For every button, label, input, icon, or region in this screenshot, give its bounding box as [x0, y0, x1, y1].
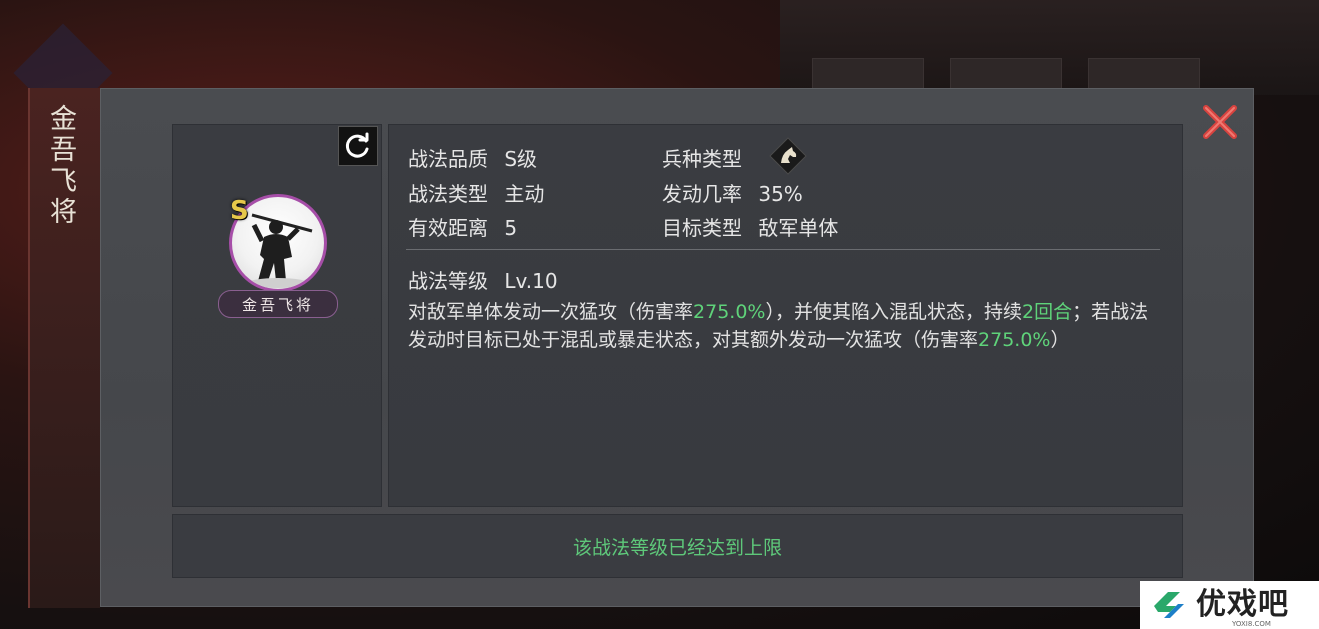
target-value: 敌军单体	[758, 216, 839, 240]
extra-damage-rate-value: 275.0%	[978, 329, 1051, 351]
level-row: 战法等级 Lv.10	[408, 265, 558, 294]
quality-value: S级	[504, 147, 538, 171]
grade-badge: S	[230, 196, 249, 226]
troop-type-label: 兵种类型	[662, 147, 742, 171]
level-label: 战法等级	[408, 269, 488, 293]
skill-description: 对敌军单体发动一次猛攻（伤害率275.0%），并使其陷入混乱状态，持续2回合；若…	[408, 298, 1156, 354]
refresh-button[interactable]	[338, 126, 378, 166]
type-row: 战法类型 主动	[408, 178, 544, 207]
target-row: 目标类型 敌军单体	[662, 212, 838, 241]
skill-name-plate: 金吾飞将	[218, 290, 338, 318]
range-row: 有效距离 5	[408, 212, 517, 241]
rate-label: 发动几率	[662, 182, 742, 206]
watermark-text: 优戏吧	[1196, 587, 1289, 622]
damage-rate-value: 275.0%	[693, 301, 766, 323]
watermark-subtext: YOXI8.COM	[1232, 620, 1271, 628]
quality-label: 战法品质	[408, 147, 488, 171]
watermark: 优戏吧	[1140, 581, 1319, 629]
watermark-logo-icon	[1154, 592, 1184, 618]
divider	[406, 249, 1160, 250]
type-value: 主动	[504, 182, 545, 206]
description-text: 对敌军单体发动一次猛攻（伤害率	[408, 301, 694, 323]
cavalry-horse-icon	[768, 136, 808, 176]
description-text: ），并使其陷入混乱状态，持续	[765, 301, 1022, 323]
range-value: 5	[504, 216, 518, 240]
level-max-status: 该战法等级已经达到上限	[172, 514, 1183, 578]
level-value: Lv.10	[504, 269, 558, 293]
type-label: 战法类型	[408, 182, 488, 206]
range-label: 有效距离	[408, 216, 488, 240]
duration-value: 2回合	[1021, 301, 1073, 323]
target-label: 目标类型	[662, 216, 742, 240]
rate-row: 发动几率 35%	[662, 178, 803, 207]
rate-value: 35%	[758, 182, 803, 206]
troop-type-row: 兵种类型	[662, 143, 742, 172]
skill-title-vertical: 金吾飞将	[45, 104, 76, 228]
refresh-icon	[345, 132, 369, 158]
quality-row: 战法品质 S级	[408, 143, 537, 172]
close-button[interactable]	[1200, 102, 1240, 142]
description-text: ）	[1050, 329, 1070, 351]
close-icon	[1203, 105, 1237, 139]
